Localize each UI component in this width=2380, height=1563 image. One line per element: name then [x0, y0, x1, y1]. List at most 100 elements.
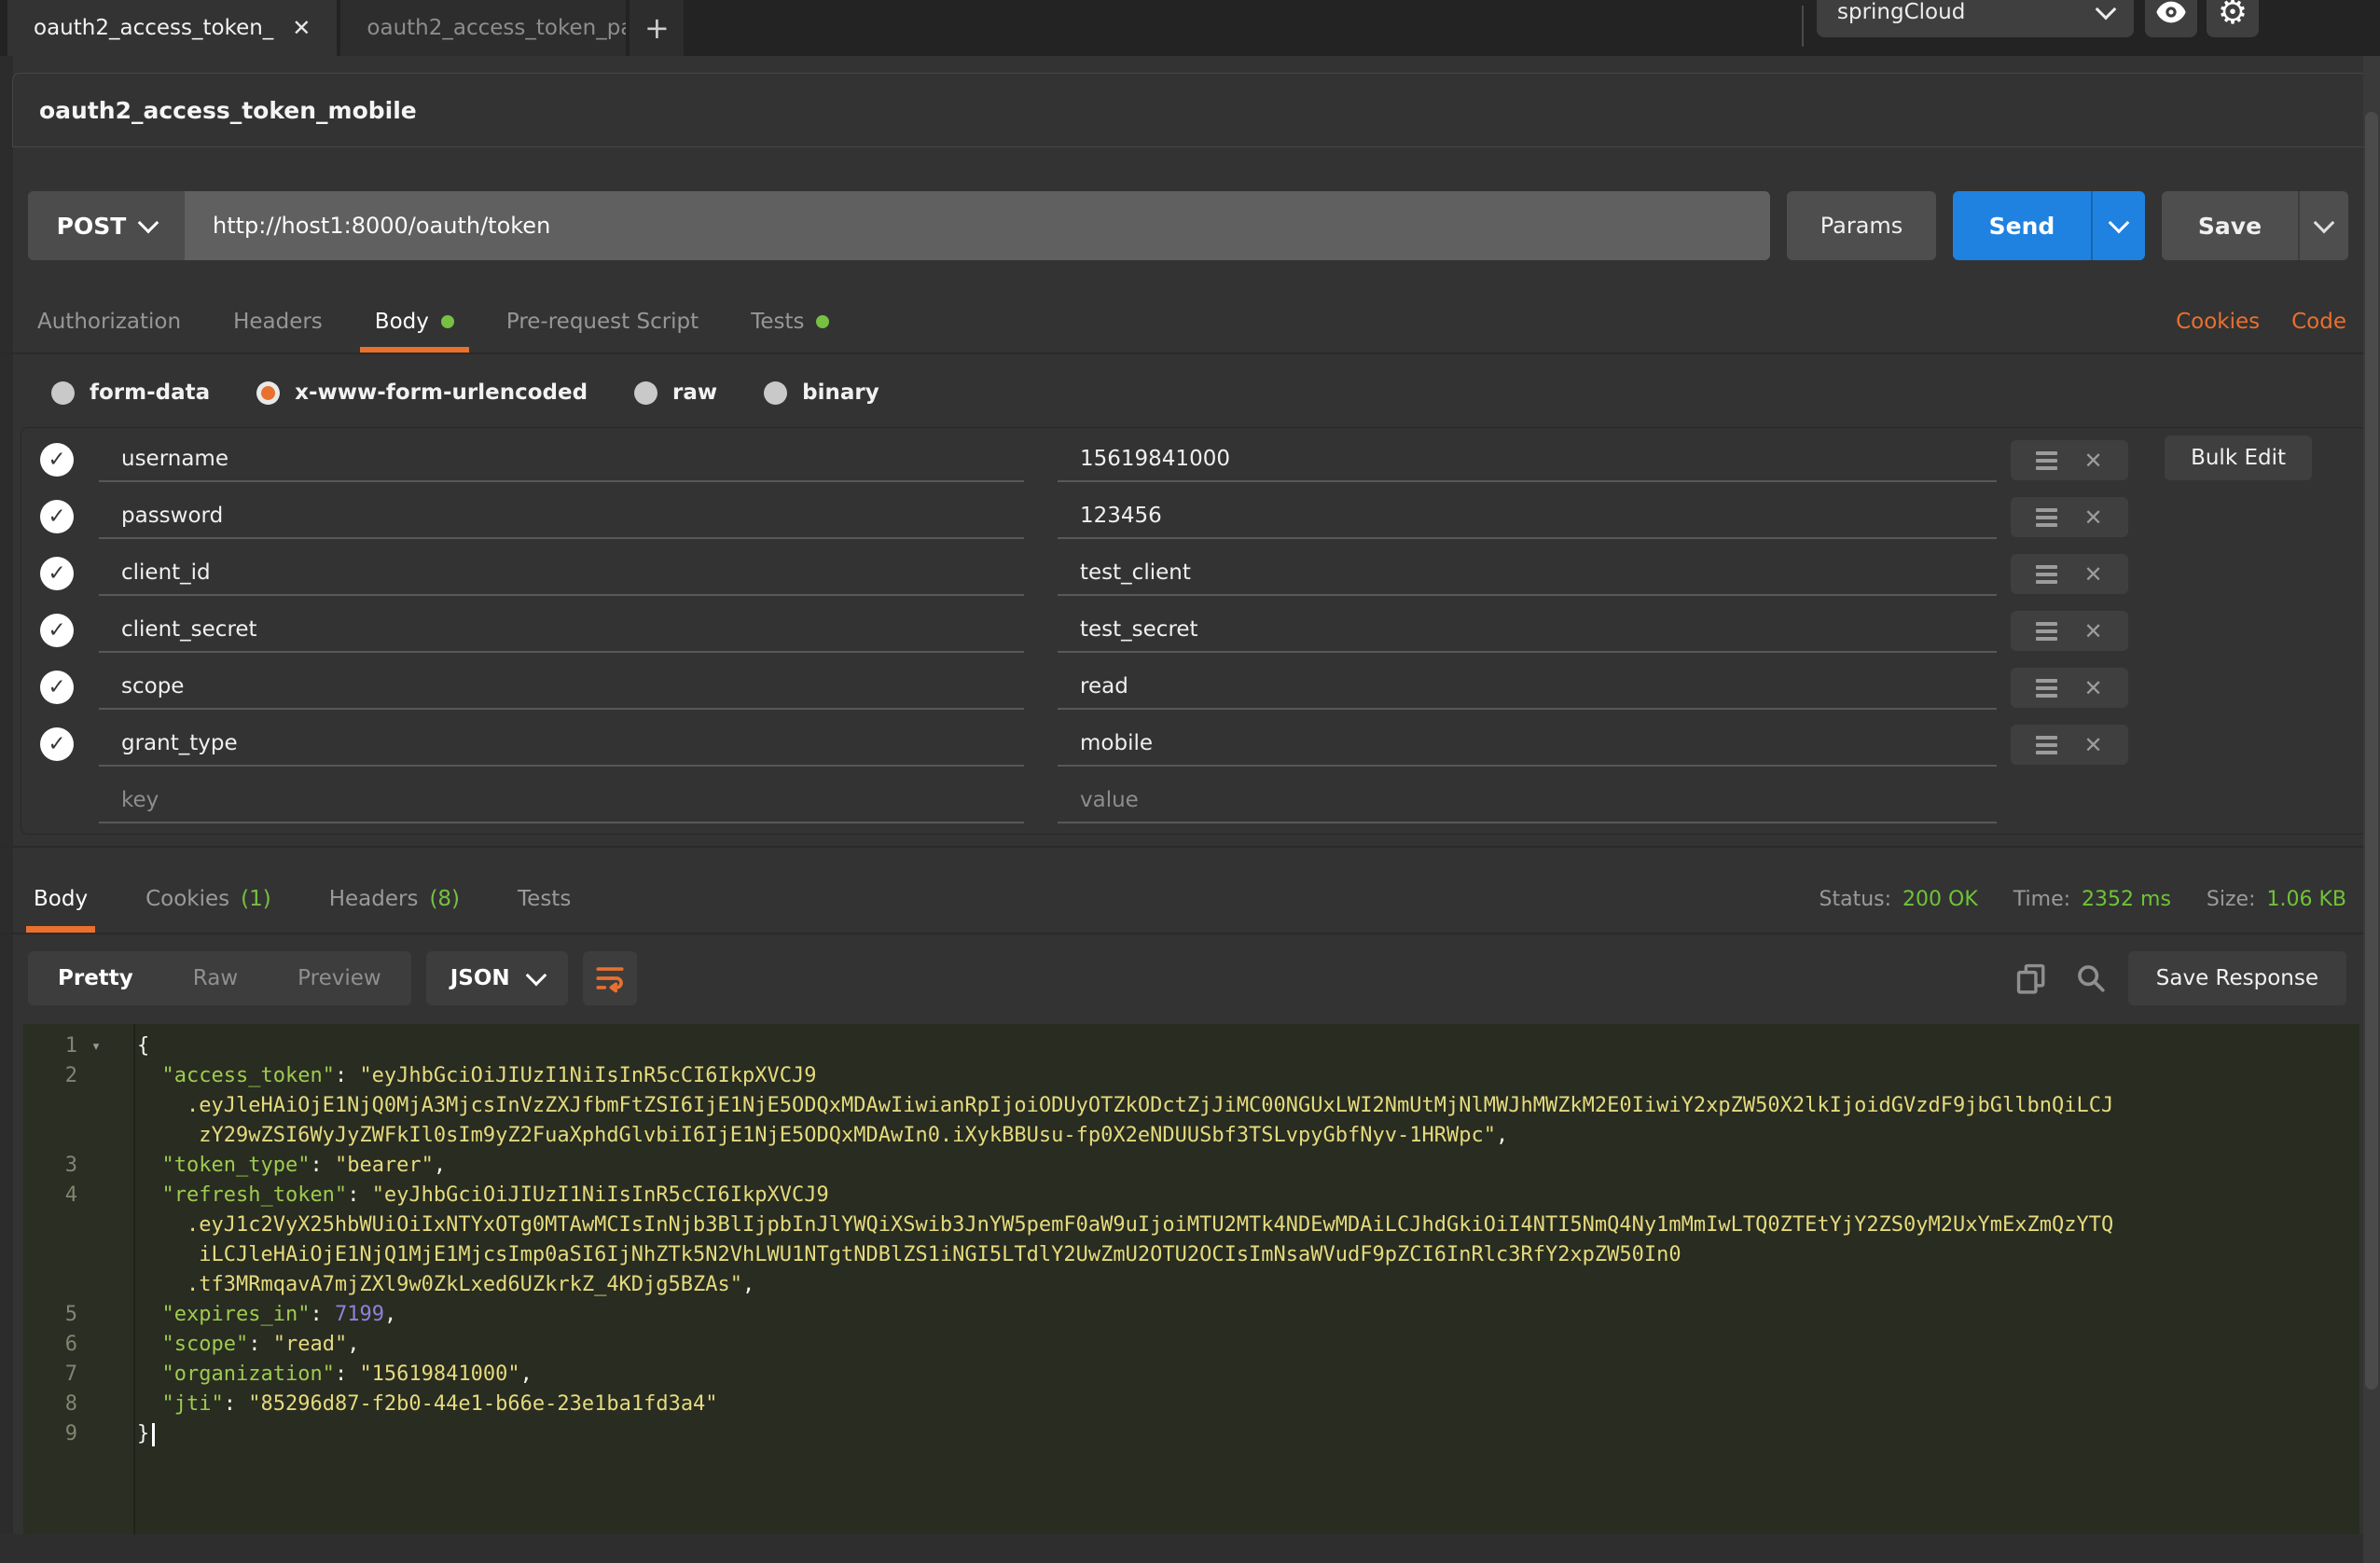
environment-selector[interactable]: springCloud: [1817, 0, 2134, 37]
mode-binary[interactable]: binary: [764, 380, 879, 405]
send-options-button[interactable]: [2093, 191, 2145, 260]
row-checkbox[interactable]: ✓: [40, 727, 74, 761]
remove-row-icon[interactable]: ✕: [2083, 675, 2102, 701]
view-mode-pretty[interactable]: Pretty: [28, 951, 163, 1005]
param-row: ✓ scope read ✕: [21, 659, 2366, 716]
settings-button[interactable]: ⚙: [2207, 0, 2259, 37]
token: :: [310, 1303, 335, 1326]
request-tab-1[interactable]: oauth2_access_token_ ✕: [7, 0, 337, 56]
bulk-edit-button[interactable]: Bulk Edit: [2165, 436, 2312, 480]
close-tab-icon[interactable]: ✕: [292, 15, 311, 41]
code-line: 4 "refresh_token": "eyJhbGciOiJIUzI1NiIs…: [23, 1181, 2359, 1210]
param-key-field[interactable]: password: [99, 494, 1024, 539]
radio-icon[interactable]: [764, 381, 787, 405]
drag-handle-icon[interactable]: [2036, 736, 2057, 754]
send-label[interactable]: Send: [1953, 191, 2091, 260]
url-row: POST http://host1:8000/oauth/token Param…: [28, 191, 2348, 260]
token: :: [335, 1362, 360, 1386]
cookies-link[interactable]: Cookies: [2176, 310, 2260, 334]
param-key-placeholder[interactable]: key: [99, 779, 1024, 823]
params-button[interactable]: Params: [1787, 191, 1936, 260]
response-tab-body[interactable]: Body: [34, 865, 88, 933]
response-body-editor[interactable]: 1▾{2 "access_token": "eyJhbGciOiJIUzI1Ni…: [23, 1024, 2359, 1534]
param-value-field[interactable]: test_client: [1058, 551, 1997, 596]
save-response-button[interactable]: Save Response: [2128, 951, 2346, 1005]
drag-bar: [2036, 523, 2057, 527]
param-key-field[interactable]: client_secret: [99, 608, 1024, 653]
code-link[interactable]: Code: [2291, 310, 2346, 334]
response-tab-headers[interactable]: Headers (8): [329, 865, 460, 933]
tab-body[interactable]: Body: [375, 291, 454, 353]
new-tab-button[interactable]: +: [630, 0, 684, 56]
row-checkbox[interactable]: ✓: [40, 557, 74, 590]
response-tab-tests[interactable]: Tests: [518, 865, 571, 933]
drag-handle-icon[interactable]: [2036, 679, 2057, 698]
cookies-count-badge: (1): [241, 887, 271, 911]
drag-handle-icon[interactable]: [2036, 565, 2057, 584]
remove-row-icon[interactable]: ✕: [2083, 505, 2102, 531]
remove-row-icon[interactable]: ✕: [2083, 618, 2102, 644]
gutter-cell: [77, 1419, 115, 1449]
param-value-field[interactable]: mobile: [1058, 722, 1997, 767]
tab-tests[interactable]: Tests: [751, 291, 829, 353]
param-value-field[interactable]: 15619841000: [1058, 437, 1997, 482]
method-dropdown[interactable]: POST: [28, 191, 185, 260]
row-checkbox[interactable]: ✓: [40, 500, 74, 533]
param-key-field[interactable]: username: [99, 437, 1024, 482]
send-button[interactable]: Send: [1953, 191, 2145, 260]
search-response-button[interactable]: [2069, 951, 2113, 1005]
param-value-field[interactable]: test_secret: [1058, 608, 1997, 653]
fold-caret-icon[interactable]: ▾: [77, 1031, 115, 1061]
tab-label: Body: [375, 310, 429, 334]
line-number: [23, 1210, 77, 1240]
mode-x-www-form-urlencoded[interactable]: x-www-form-urlencoded: [256, 380, 588, 405]
row-checkbox[interactable]: ✓: [40, 671, 74, 704]
tab-label: Tests: [751, 310, 804, 334]
url-input[interactable]: http://host1:8000/oauth/token: [185, 191, 550, 260]
mode-form-data[interactable]: form-data: [51, 380, 210, 405]
radio-selected-icon[interactable]: [256, 381, 280, 405]
row-checkbox[interactable]: ✓: [40, 614, 74, 647]
save-label[interactable]: Save: [2162, 191, 2298, 260]
token: }: [137, 1422, 149, 1445]
page-scrollbar[interactable]: [2363, 56, 2380, 1563]
drag-handle-icon[interactable]: [2036, 622, 2057, 641]
token: :: [347, 1183, 372, 1207]
view-mode-raw[interactable]: Raw: [163, 951, 268, 1005]
remove-row-icon[interactable]: ✕: [2083, 561, 2102, 588]
radio-icon[interactable]: [51, 381, 75, 405]
view-mode-preview[interactable]: Preview: [268, 951, 411, 1005]
tab-label: Authorization: [37, 310, 181, 334]
radio-icon[interactable]: [634, 381, 657, 405]
environment-quick-look-button[interactable]: [2145, 0, 2197, 37]
header-links: Cookies Code: [2176, 310, 2346, 334]
param-value-placeholder[interactable]: value: [1058, 779, 1997, 823]
format-dropdown[interactable]: JSON: [426, 951, 568, 1005]
mode-raw[interactable]: raw: [634, 380, 717, 405]
remove-row-icon[interactable]: ✕: [2083, 448, 2102, 474]
param-key-field[interactable]: client_id: [99, 551, 1024, 596]
response-tab-cookies[interactable]: Cookies (1): [145, 865, 271, 933]
postman-window: oauth2_access_token_ ✕ oauth2_access_tok…: [0, 0, 2380, 1563]
save-button[interactable]: Save: [2162, 191, 2348, 260]
param-key-field[interactable]: scope: [99, 665, 1024, 710]
param-value-field[interactable]: 123456: [1058, 494, 1997, 539]
tab-headers[interactable]: Headers: [233, 291, 323, 353]
param-value-field[interactable]: read: [1058, 665, 1997, 710]
row-checkbox[interactable]: ✓: [40, 443, 74, 477]
request-tab-2[interactable]: oauth2_access_token_passv: [340, 0, 626, 56]
param-key-field[interactable]: grant_type: [99, 722, 1024, 767]
remove-row-icon[interactable]: ✕: [2083, 732, 2102, 758]
wrap-text-button[interactable]: [583, 951, 637, 1005]
token: ,: [1496, 1124, 1508, 1147]
scrollbar-thumb[interactable]: [2365, 112, 2378, 1390]
line-number: [23, 1091, 77, 1121]
copy-response-button[interactable]: [2009, 951, 2054, 1005]
token: "jti": [162, 1392, 224, 1416]
save-options-button[interactable]: [2300, 191, 2348, 260]
code-text: "access_token": "eyJhbGciOiJIUzI1NiIsInR…: [137, 1061, 817, 1091]
drag-handle-icon[interactable]: [2036, 451, 2057, 470]
tab-pre-request-script[interactable]: Pre-request Script: [506, 291, 699, 353]
tab-authorization[interactable]: Authorization: [37, 291, 181, 353]
drag-handle-icon[interactable]: [2036, 508, 2057, 527]
